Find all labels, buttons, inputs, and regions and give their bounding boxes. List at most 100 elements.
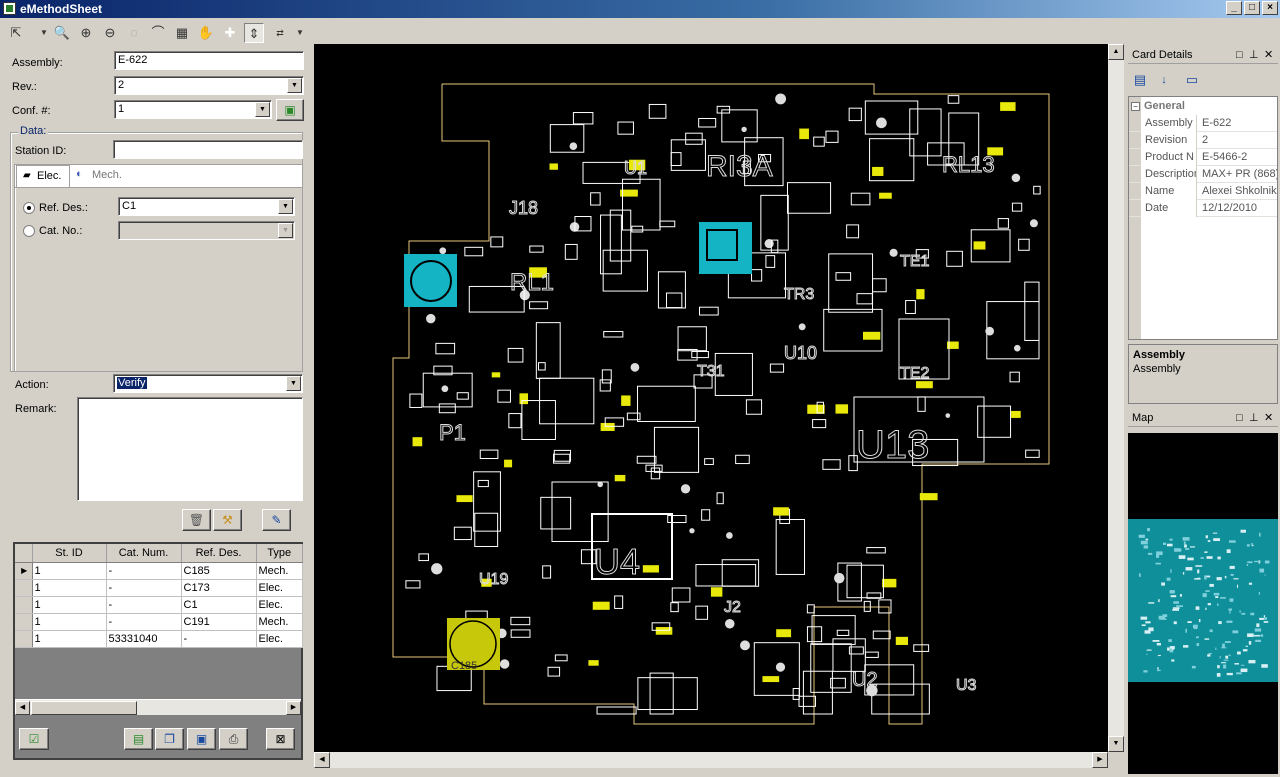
highlighted-component[interactable] [835,404,849,414]
row-selector[interactable] [15,579,33,597]
rev-select[interactable]: 2 ▼ [114,76,304,95]
highlighted-component[interactable] [973,241,986,250]
scroll-left-icon[interactable]: ◀ [314,752,330,768]
cell-cat-num[interactable]: - [106,613,182,631]
cell-type[interactable]: Mech. [256,613,303,631]
scroll-right-icon[interactable]: ▶ [286,701,301,715]
tab-elec[interactable]: ▰ Elec. [16,165,70,187]
close-button[interactable]: × [1262,1,1278,15]
highlighted-component[interactable] [776,629,792,638]
highlighted-component[interactable] [621,395,631,406]
collapse-icon[interactable]: − [1131,102,1140,111]
cell-type[interactable]: Mech. [256,562,303,580]
highlighted-component[interactable] [872,166,884,176]
scroll-left-icon[interactable]: ◀ [15,701,30,715]
cell-ref-des[interactable]: - [181,630,257,648]
cell-cat-num[interactable]: - [106,579,182,597]
grid-horizontal-scrollbar[interactable]: ◀ ▶ [15,699,301,715]
zoom-window-icon[interactable]: ◌ [124,23,144,43]
restore-icon[interactable]: □ [1236,409,1243,427]
property-value[interactable]: E-5466-2 [1199,149,1277,166]
remark-textarea[interactable] [77,397,303,501]
scroll-down-icon[interactable]: ▼ [1108,736,1124,752]
highlighted-component[interactable] [762,676,780,683]
property-value[interactable]: Alexei Shkolnik [1199,183,1277,200]
cell-st-id[interactable]: 1 [32,613,107,631]
print-button[interactable]: ⎙ [219,728,248,750]
refdes-radio[interactable] [23,202,35,214]
highlighted-component[interactable] [799,128,809,140]
highlighted-component[interactable] [773,507,789,516]
close-icon[interactable]: ✕ [1264,409,1273,427]
property-row[interactable]: Description MAX+ PR (868) I [1129,166,1277,183]
edit-button[interactable]: ✎ [262,509,291,531]
restore-icon[interactable]: □ [1236,46,1243,64]
checklist-button[interactable]: ☑ [19,728,49,750]
table-row[interactable]: 1 53331040 - Elec. [15,630,303,648]
pointer-tool-icon[interactable]: ⇕ [244,23,264,43]
highlighted-component[interactable] [895,636,908,645]
property-row[interactable]: Revision 2 [1129,132,1277,149]
property-row[interactable]: Date 12/12/2010 [1129,200,1277,217]
highlighted-component[interactable] [642,565,659,573]
cell-cat-num[interactable]: - [106,596,182,614]
highlighted-component[interactable] [916,289,925,300]
row-selector[interactable] [15,596,33,614]
canvas-vertical-scrollbar[interactable]: ▲ ▼ [1108,44,1124,752]
chevron-down-icon[interactable]: ▼ [255,102,270,117]
refdes-select[interactable]: C1 ▼ [118,197,295,216]
zoom-out-icon[interactable]: ⊖ [100,23,120,43]
highlighted-component[interactable] [519,393,529,405]
clear-button[interactable]: ⚒ [213,509,242,531]
copy-button[interactable]: ❐ [155,728,184,750]
cell-st-id[interactable]: 1 [32,579,107,597]
cell-ref-des[interactable]: C1 [181,596,257,614]
highlighted-component[interactable] [882,578,897,588]
property-row[interactable]: Name Alexei Shkolnik [1129,183,1277,200]
cell-type[interactable]: Elec. [256,579,303,597]
highlighted-component[interactable] [919,493,938,501]
catno-radio[interactable] [23,225,35,237]
scroll-right-icon[interactable]: ▶ [1092,752,1108,768]
new-config-button[interactable]: ▣ [276,99,304,121]
maximize-button[interactable]: □ [1244,1,1260,15]
highlighted-component[interactable] [807,404,825,414]
highlighted-component[interactable] [592,601,610,610]
action-select[interactable]: Verify ▼ [113,374,303,393]
property-pages-icon[interactable]: ▭ [1182,70,1202,90]
scroll-up-icon[interactable]: ▲ [1108,44,1124,60]
assembly-field[interactable]: E-622 [114,51,304,70]
highlighted-component[interactable] [710,587,723,597]
table-row[interactable]: ▶ 1 - C185 Mech. [15,562,303,580]
cell-st-id[interactable]: 1 [32,596,107,614]
property-row[interactable]: Product N E-5466-2 [1129,149,1277,166]
chevron-down-icon[interactable]: ▼ [278,223,293,238]
layers-icon[interactable]: ▦ [172,23,192,43]
row-selector[interactable] [15,630,33,648]
close-form-button[interactable]: ⊠ [266,728,295,750]
property-value[interactable]: E-622 [1199,115,1277,132]
table-row[interactable]: 1 - C191 Mech. [15,613,303,631]
pin-icon[interactable]: ⊥ [1249,409,1259,427]
cell-ref-des[interactable]: C173 [181,579,257,597]
category-general[interactable]: − General [1131,98,1277,114]
pan-hand-icon[interactable]: ✋ [196,23,216,43]
close-icon[interactable]: ✕ [1264,46,1273,64]
highlighted-component[interactable] [504,459,513,468]
dropdown-arrow-icon[interactable]: ▼ [34,23,54,43]
sort-alpha-icon[interactable]: ↓ [1154,70,1174,90]
conf-select[interactable]: 1 ▼ [114,100,272,119]
col-type[interactable]: Type [256,544,303,563]
categorized-icon[interactable]: ▤ [1130,70,1150,90]
catno-select[interactable]: ▼ [118,221,295,240]
cell-type[interactable]: Elec. [256,630,303,648]
pin-icon[interactable]: ⊥ [1249,46,1259,64]
highlighted-component[interactable] [1000,102,1016,111]
cell-st-id[interactable]: 1 [32,562,107,580]
chevron-down-icon[interactable]: ▼ [287,78,302,93]
row-selector[interactable] [15,613,33,631]
highlighted-component[interactable] [862,331,881,340]
highlighted-component[interactable] [614,474,626,482]
highlighted-component[interactable] [916,381,933,389]
highlighted-component[interactable] [1011,410,1021,418]
